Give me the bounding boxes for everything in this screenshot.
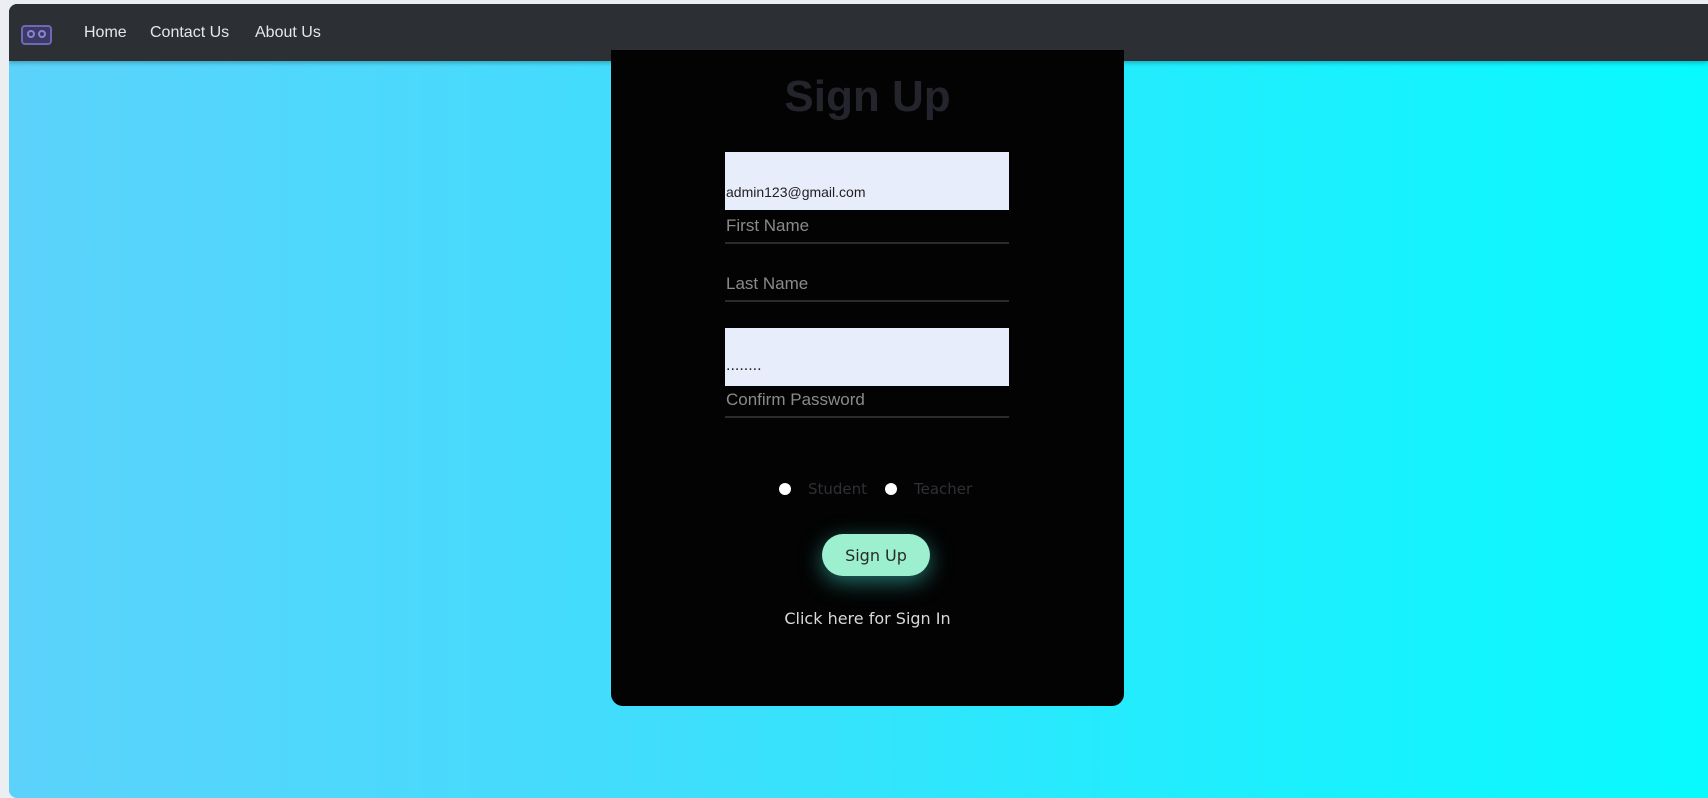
confirm-password-field[interactable] bbox=[725, 384, 1009, 418]
signup-button[interactable]: Sign Up bbox=[822, 534, 930, 576]
signin-link[interactable]: Click here for Sign In bbox=[611, 609, 1124, 628]
nav-link-about-us[interactable]: About Us bbox=[255, 24, 321, 42]
email-field[interactable] bbox=[725, 152, 1009, 210]
browser-viewport: Home Contact Us About Us Sign Up Student… bbox=[9, 4, 1708, 798]
signup-card: Sign Up Student Teacher Sign Up Click he… bbox=[611, 50, 1124, 706]
password-field[interactable] bbox=[725, 328, 1009, 386]
role-radio-group: Student Teacher bbox=[611, 478, 1124, 502]
teacher-radio[interactable] bbox=[885, 483, 897, 495]
nav-link-home[interactable]: Home bbox=[84, 24, 127, 42]
student-radio[interactable] bbox=[779, 483, 791, 495]
student-label: Student bbox=[808, 480, 868, 498]
last-name-field[interactable] bbox=[725, 268, 1009, 302]
teacher-label: Teacher bbox=[914, 480, 973, 498]
first-name-field[interactable] bbox=[725, 210, 1009, 244]
page-title: Sign Up bbox=[784, 72, 951, 121]
logo-icon[interactable] bbox=[21, 25, 52, 45]
nav-link-contact-us[interactable]: Contact Us bbox=[150, 24, 229, 42]
